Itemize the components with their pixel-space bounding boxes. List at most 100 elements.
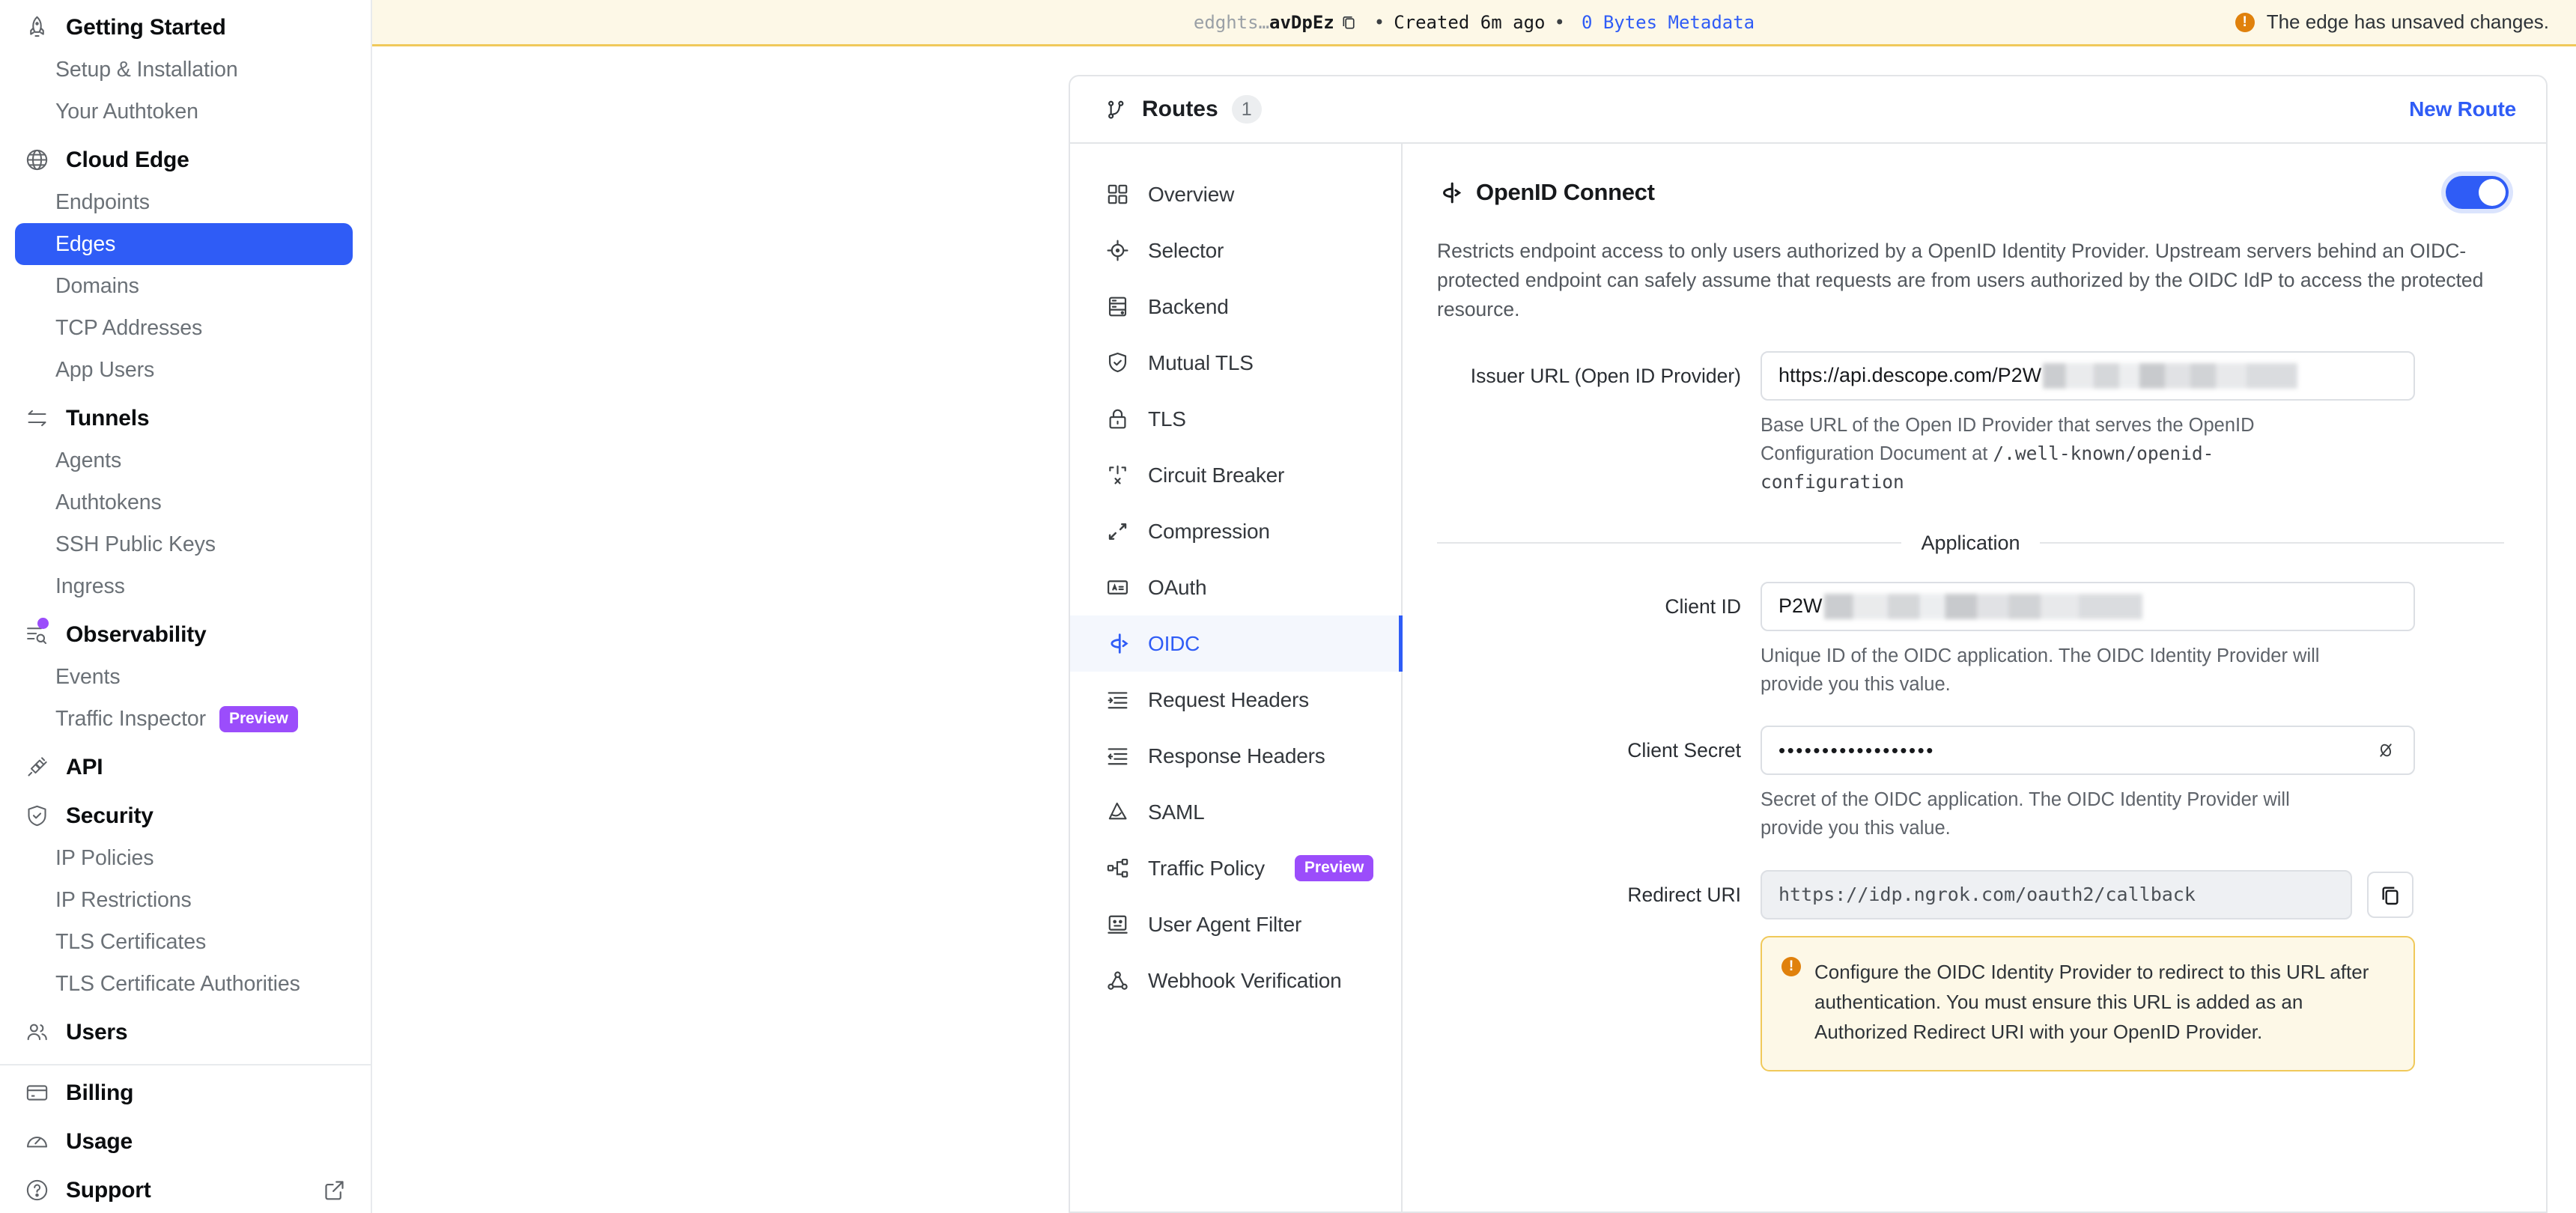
sidebar-scroll[interactable]: Getting Started Setup & Installation You… — [0, 6, 371, 1212]
redirect-uri-label: Redirect URI — [1437, 870, 1761, 1071]
sidebar-item-label: SSH Public Keys — [55, 532, 216, 557]
client-id-input[interactable]: P2W — [1761, 582, 2415, 631]
new-route-button[interactable]: New Route — [2409, 97, 2516, 121]
sidebar-group-users[interactable]: Users — [0, 1011, 371, 1054]
edge-metadata-link[interactable]: 0 Bytes Metadata — [1582, 12, 1755, 33]
client-id-label: Client ID — [1437, 582, 1761, 699]
edge-id: edghts…avDpEz — [1194, 12, 1334, 33]
client-secret-input[interactable]: •••••••••••••••••• — [1761, 726, 2415, 775]
route-nav-item-circuit-breaker[interactable]: Circuit Breaker — [1070, 447, 1401, 503]
sidebar-group-cloud-edge[interactable]: Cloud Edge — [0, 139, 371, 181]
sidebar-item-your-authtoken[interactable]: Your Authtoken — [24, 91, 353, 133]
sidebar-item-label: IP Policies — [55, 846, 154, 871]
sidebar-item-billing[interactable]: Billing — [0, 1071, 371, 1114]
sidebar-item-edges[interactable]: Edges — [15, 223, 353, 265]
webhook-icon — [1105, 968, 1130, 994]
tunnels-icon — [24, 406, 49, 431]
client-secret-field-row: Client Secret •••••••••••••••••• Secret … — [1437, 726, 2509, 843]
sidebar-item-domains[interactable]: Domains — [24, 265, 353, 307]
content-area: Routes 1 New Route Overview — [372, 46, 2576, 1213]
route-nav-item-overview[interactable]: Overview — [1070, 166, 1401, 222]
issuer-url-helper: Base URL of the Open ID Provider that se… — [1761, 411, 2330, 497]
sidebar-item-traffic-inspector[interactable]: Traffic Inspector Preview — [24, 698, 353, 740]
routes-count-badge: 1 — [1232, 95, 1262, 124]
target-icon — [1105, 238, 1130, 264]
route-nav-label: OAuth — [1148, 576, 1206, 600]
sidebar-group-api[interactable]: API — [0, 746, 371, 788]
redacted-value — [1824, 594, 2142, 619]
route-nav-item-request-headers[interactable]: Request Headers — [1070, 672, 1401, 728]
route-nav-item-selector[interactable]: Selector — [1070, 222, 1401, 279]
route-nav-item-backend[interactable]: Backend — [1070, 279, 1401, 335]
sidebar-item-usage[interactable]: Usage — [0, 1120, 371, 1163]
route-nav-item-oauth[interactable]: OAuth — [1070, 559, 1401, 615]
route-nav-item-compression[interactable]: Compression — [1070, 503, 1401, 559]
client-secret-value: •••••••••••••••••• — [1778, 739, 1935, 762]
route-nav-item-tls[interactable]: TLS — [1070, 391, 1401, 447]
redacted-value — [2043, 363, 2297, 389]
edge-id-suffix: avDpEz — [1269, 12, 1334, 33]
oidc-panel-header: OpenID Connect — [1437, 169, 2509, 216]
sidebar-group-tunnels[interactable]: Tunnels — [0, 397, 371, 440]
route-nav-item-oidc[interactable]: OIDC — [1070, 615, 1401, 672]
issuer-url-field-row: Issuer URL (Open ID Provider) https://ap… — [1437, 351, 2509, 497]
route-nav-item-mutual-tls[interactable]: Mutual TLS — [1070, 335, 1401, 391]
issuer-url-field: https://api.descope.com/P2W Base URL of … — [1761, 351, 2509, 497]
unsaved-changes-notice: ! The edge has unsaved changes. — [2235, 10, 2549, 34]
issuer-url-input[interactable]: https://api.descope.com/P2W — [1761, 351, 2415, 401]
sidebar-item-ip-restrictions[interactable]: IP Restrictions — [24, 879, 353, 921]
sidebar-item-app-users[interactable]: App Users — [24, 349, 353, 391]
sidebar-item-label: TCP Addresses — [55, 316, 202, 341]
sidebar-item-label: Agents — [55, 449, 121, 473]
sidebar-item-tcp-addresses[interactable]: TCP Addresses — [24, 307, 353, 349]
application-section-title: Application — [1921, 532, 2020, 555]
sidebar-group-observability[interactable]: Observability — [0, 613, 371, 656]
sidebar-item-events[interactable]: Events — [24, 656, 353, 698]
sidebar-item-label: Usage — [66, 1129, 133, 1155]
meta-separator-1: • — [1374, 12, 1385, 33]
user-agent-icon — [1105, 912, 1130, 937]
oidc-panel-title: OpenID Connect — [1476, 179, 1655, 206]
copy-redirect-uri-button[interactable] — [2367, 872, 2414, 918]
sidebar-item-label: Support — [66, 1178, 151, 1203]
client-id-field-row: Client ID P2W Unique ID of the OIDC appl… — [1437, 582, 2509, 699]
route-nav-label: Selector — [1148, 239, 1224, 263]
route-nav-label: Compression — [1148, 520, 1270, 544]
redirect-uri-input: https://idp.ngrok.com/oauth2/callback — [1761, 870, 2352, 919]
sidebar-item-tls-certificate-authorities[interactable]: TLS Certificate Authorities — [24, 963, 353, 1005]
sidebar-item-tls-certificates[interactable]: TLS Certificates — [24, 921, 353, 963]
sidebar-item-label: Edges — [55, 232, 115, 257]
redirect-uri-value: https://idp.ngrok.com/oauth2/callback — [1778, 884, 2196, 905]
route-nav-item-response-headers[interactable]: Response Headers — [1070, 728, 1401, 784]
copy-icon[interactable] — [1340, 13, 1358, 31]
sidebar-group-getting-started[interactable]: Getting Started — [0, 6, 371, 49]
sidebar-item-authtokens[interactable]: Authtokens — [24, 481, 353, 523]
response-headers-icon — [1105, 744, 1130, 769]
sidebar-item-ingress[interactable]: Ingress — [24, 565, 353, 607]
sidebar-item-ip-policies[interactable]: IP Policies — [24, 837, 353, 879]
sidebar-group-security[interactable]: Security — [0, 794, 371, 837]
route-nav-item-webhook-verification[interactable]: Webhook Verification — [1070, 952, 1401, 1009]
edge-created: Created 6m ago — [1394, 12, 1545, 33]
route-nav-item-user-agent-filter[interactable]: User Agent Filter — [1070, 896, 1401, 952]
server-icon — [1105, 294, 1130, 320]
application-section-divider: Application — [1437, 532, 2509, 555]
sidebar-item-label: Endpoints — [55, 190, 150, 215]
sidebar-item-ssh-public-keys[interactable]: SSH Public Keys — [24, 523, 353, 565]
route-nav-label: User Agent Filter — [1148, 913, 1301, 937]
route-nav-item-saml[interactable]: SAML — [1070, 784, 1401, 840]
gauge-icon — [24, 1129, 49, 1155]
sidebar-item-endpoints[interactable]: Endpoints — [24, 181, 353, 223]
sidebar-item-setup-installation[interactable]: Setup & Installation — [24, 49, 353, 91]
sidebar-item-label: Domains — [55, 274, 139, 299]
oidc-enabled-toggle[interactable] — [2446, 176, 2509, 209]
sidebar-item-support[interactable]: Support — [0, 1169, 371, 1212]
sidebar-item-label: IP Restrictions — [55, 888, 192, 913]
route-nav-label: Request Headers — [1148, 688, 1309, 712]
request-headers-icon — [1105, 687, 1130, 713]
route-nav-label: SAML — [1148, 800, 1204, 824]
app-root: Getting Started Setup & Installation You… — [0, 0, 2576, 1213]
route-nav-item-traffic-policy[interactable]: Traffic Policy Preview — [1070, 840, 1401, 896]
eye-off-icon[interactable] — [2375, 739, 2397, 761]
sidebar-item-agents[interactable]: Agents — [24, 440, 353, 481]
